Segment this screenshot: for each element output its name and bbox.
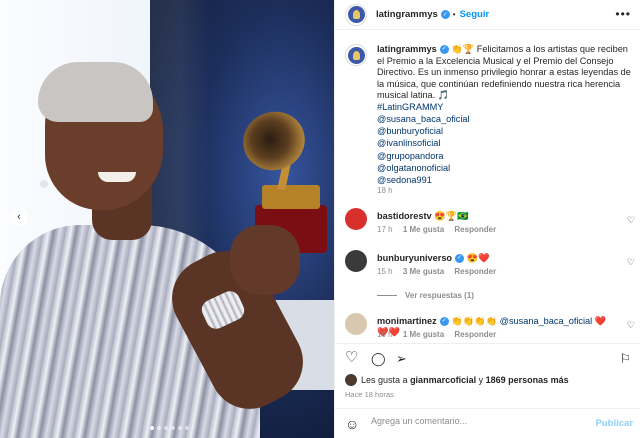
mention-link[interactable]: @bunburyoficial (377, 125, 470, 137)
post-actions-bar: ♡ ◯ ➢ ⚐ (335, 343, 640, 371)
save-bookmark-icon[interactable]: ⚐ (619, 351, 631, 366)
likes-summary: Les gusta a gianmarcoficial y 1869 perso… (345, 374, 569, 386)
comment-meta: 10 h 1 Me gusta Responder (377, 330, 504, 339)
publish-button[interactable]: Publicar (596, 418, 634, 429)
more-options-icon[interactable]: ••• (615, 7, 631, 21)
comment-time: 17 h (377, 225, 393, 234)
verified-icon: ✓ (439, 317, 449, 327)
previous-photo-icon[interactable]: ‹ (10, 208, 28, 226)
post-header: latingrammys ✓ • Seguir ••• (335, 0, 640, 30)
verified-icon: ✓ (455, 254, 465, 264)
hair (38, 62, 153, 122)
mention-link[interactable]: @ivanlinsoficial (377, 137, 470, 149)
like-heart-icon[interactable]: ♡ (345, 350, 358, 365)
commenter-avatar[interactable] (345, 208, 367, 230)
comment-username[interactable]: bastidorestv (377, 211, 432, 221)
likes-prefix: Les gusta a (361, 375, 408, 385)
comment-text: bastidorestv 😍🏆🇧🇷 (377, 211, 617, 222)
mentions-list: @susana_baca_oficial @bunburyoficial @iv… (377, 113, 470, 186)
comment-content: 😍❤️ (466, 253, 490, 263)
comment-likes[interactable]: 1 Me gusta (403, 225, 444, 234)
comment-likes[interactable]: 3 Me gusta (403, 267, 444, 276)
follow-button[interactable]: Seguir (460, 9, 490, 20)
likes-count[interactable]: 1869 personas más (486, 375, 569, 385)
comment-content: 👏👏👏👏 (451, 316, 498, 326)
commenter-avatar[interactable] (345, 250, 367, 272)
caption-emojis: 👏🏆 (451, 44, 475, 54)
caption-text: latingrammys ✓ 👏🏆 Felicitamos a los artis… (377, 44, 635, 114)
comment-likes[interactable]: 1 Me gusta (403, 330, 444, 339)
carousel-dots (150, 426, 189, 430)
post-photo[interactable]: ‹ (0, 0, 334, 438)
comment-text: bunburyuniverso ✓ 😍❤️ (377, 253, 617, 264)
carousel-dot (157, 426, 161, 430)
carousel-dot (178, 426, 182, 430)
caption-time: 18 h (377, 186, 393, 195)
account-username[interactable]: latingrammys (376, 9, 438, 20)
mention-link[interactable]: @susana_baca_oficial (377, 113, 470, 125)
post-timestamp: Hace 18 horas (345, 390, 394, 399)
comment-meta: 17 h 1 Me gusta Responder (377, 225, 504, 234)
verified-icon: ✓ (439, 45, 449, 55)
caption-avatar[interactable] (345, 44, 367, 66)
comment-meta: 15 h 3 Me gusta Responder (377, 267, 504, 276)
hashtag-link[interactable]: #LatinGRAMMY (377, 102, 443, 112)
separator-dot: • (452, 10, 456, 19)
add-comment-bar: ☺ Publicar (335, 408, 640, 438)
earring (40, 180, 48, 188)
reply-button[interactable]: Responder (454, 225, 496, 234)
like-comment-heart-icon[interactable]: ♡ (627, 320, 635, 331)
comment-icon[interactable]: ◯ (371, 351, 386, 366)
comment-username[interactable]: monimartinez (377, 316, 437, 326)
comment-mention-link[interactable]: @susana_baca_oficial (500, 316, 593, 326)
share-icon[interactable]: ➢ (396, 351, 407, 366)
like-comment-heart-icon[interactable]: ♡ (627, 215, 635, 226)
likes-connector: y (478, 375, 484, 385)
account-avatar[interactable] (345, 3, 367, 26)
post-details-panel: latingrammys ✓ • Seguir ••• latingrammys… (334, 0, 640, 438)
reply-button[interactable]: Responder (454, 267, 496, 276)
liker-avatar[interactable] (345, 374, 357, 386)
verified-icon: ✓ (440, 10, 450, 19)
carousel-dot (171, 426, 175, 430)
comments-scroll-area[interactable]: latingrammys ✓ 👏🏆 Felicitamos a los artis… (335, 31, 640, 343)
caption-username[interactable]: latingrammys (377, 44, 437, 54)
comment-time: 10 h (377, 330, 393, 339)
view-replies-button[interactable]: Ver respuestas (1) (377, 291, 474, 300)
like-comment-heart-icon[interactable]: ♡ (627, 257, 635, 268)
comment-username[interactable]: bunburyuniverso (377, 253, 452, 263)
liker-username[interactable]: gianmarcoficial (410, 375, 476, 385)
comment-input[interactable] (371, 416, 591, 426)
carousel-dot (185, 426, 189, 430)
commenter-avatar[interactable] (345, 313, 367, 335)
carousel-dot (164, 426, 168, 430)
mention-link[interactable]: @grupopandora (377, 150, 470, 162)
hand (230, 225, 300, 295)
smile (98, 172, 136, 182)
mention-link[interactable]: @olgatanonoficial (377, 162, 470, 174)
comment-time: 15 h (377, 267, 393, 276)
emoji-icon[interactable]: ☺ (345, 416, 359, 432)
mention-link[interactable]: @sedona991 (377, 174, 470, 186)
carousel-dot (150, 426, 154, 430)
trophy-plinth (262, 185, 320, 209)
comment-content: 😍🏆🇧🇷 (434, 211, 469, 221)
reply-button[interactable]: Responder (454, 330, 496, 339)
